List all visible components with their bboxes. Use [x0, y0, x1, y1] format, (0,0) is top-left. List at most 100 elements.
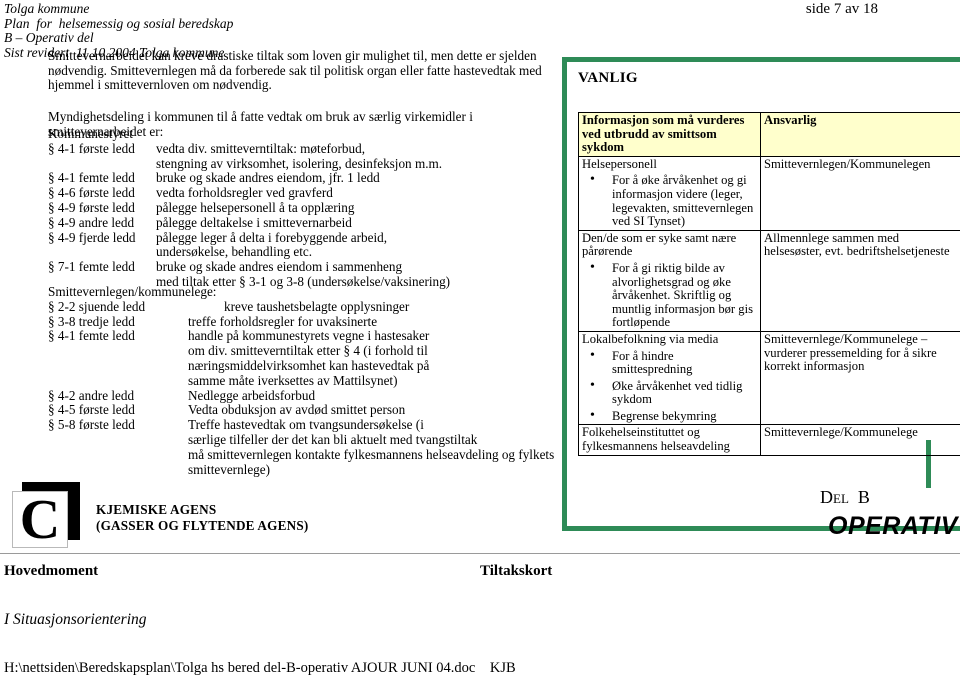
- law-description: vedta forholdsregler ved gravferd: [156, 185, 450, 201]
- operativ-del-clip: OPERATIV DEL: [820, 512, 960, 542]
- cell-lead-text: Lokalbefolkning via media: [582, 331, 719, 346]
- header-line-organization: Tolga kommune: [4, 1, 90, 16]
- law-reference: § 4-1 femte ledd: [48, 328, 135, 344]
- cell-informasjon: Lokalbefolkning via media For å hindre sm…: [578, 330, 761, 426]
- intro-paragraph: Smittevernarbeidet kan kreve drastiske t…: [48, 48, 542, 93]
- law-description-line: treffe forholdsregler for uvaksinerte: [188, 313, 378, 329]
- table-row: Folkehelseinstituttet og fylkesmannens h…: [578, 424, 960, 456]
- law-description-line: Nedlegge arbeidsforbud: [188, 387, 316, 403]
- law-description-line: smittevernlege): [188, 461, 271, 477]
- column-header-ansvarlig: Ansvarlig: [760, 112, 960, 157]
- bullet-list: For å øke årvåkenhet og gi informasjon v…: [582, 173, 757, 228]
- law-description-line: stengning av virksomhet, isolering, desi…: [156, 155, 443, 171]
- header-line-part: B – Operativ del: [4, 30, 94, 46]
- law-description-line: bruke og skade andres eiendom i sammenhe…: [156, 259, 403, 275]
- law-reference: § 4-1 første ledd: [48, 140, 135, 156]
- law-reference: § 4-9 andre ledd: [48, 214, 135, 230]
- vanlig-label: VANLIG: [578, 70, 638, 86]
- operativ-del-label: OPERATIV DEL: [828, 512, 960, 540]
- law-description-line: bruke og skade andres eiendom, jfr. 1 le…: [156, 170, 380, 186]
- footer-heading-tiltakskort: Tiltakskort: [480, 563, 553, 579]
- table-header-row: Informasjon som må vurderes ved utbrudd …: [578, 112, 960, 157]
- law-row: § 4-9 andre ledd pålegge deltakelse i smi…: [48, 214, 450, 231]
- del-b-initial: D: [820, 487, 833, 507]
- law-description: pålegge leger å delta i forebyggende arb…: [156, 229, 450, 261]
- law-description: vedta div. smitteverntiltak: møteforbud,…: [156, 141, 450, 172]
- law-reference: § 4-5 første ledd: [48, 402, 135, 418]
- bullet-item: Øke årvåkenhet ved tidlig sykdom: [590, 379, 757, 407]
- law-description-line: pålegge deltakelse i smittevernarbeid: [156, 214, 352, 230]
- del-b-label: DEL B: [820, 487, 870, 508]
- cell-lead-text: Den/de som er syke samt nære pårørende: [582, 230, 737, 259]
- cell-lead-text: Helsepersonell: [582, 156, 657, 171]
- table-row: Lokalbefolkning via media For å hindre sm…: [578, 330, 960, 426]
- law-description: handle på kommunestyrets vegne i hastesa…: [188, 328, 554, 388]
- law-reference: § 4-9 første ledd: [48, 199, 135, 215]
- law-description-line: Vedta obduksjon av avdød smittet person: [188, 402, 406, 418]
- bullet-item: For å øke årvåkenhet og gi informasjon v…: [590, 173, 757, 228]
- law-reference: § 2-2 sjuende ledd: [48, 298, 146, 314]
- law-description-line: samme måte iverksettes av Mattilsynet): [188, 372, 398, 388]
- law-row: § 4-9 fjerde ledd pålegge leger å delta i…: [48, 229, 450, 261]
- cell-informasjon: Helsepersonell For å øke årvåkenhet og gi…: [578, 155, 761, 231]
- information-table: Informasjon som må vurderes ved utbrudd …: [578, 112, 960, 456]
- law-description: Nedlegge arbeidsforbud: [188, 387, 554, 404]
- header-line-plan-title: Plan for helsemessig og sosial beredskap: [4, 15, 234, 31]
- law-description-line: handle på kommunestyrets vegne i hastesa…: [188, 328, 430, 344]
- bullet-list: For å hindre smittespredningØke årvåkenh…: [582, 348, 757, 424]
- delegation-block-kommunestyret: Kommunestyret § 4-1 første ledd vedta div…: [48, 126, 450, 290]
- law-row: § 4-5 første ledd Vedta obduksjon av avdø…: [48, 402, 554, 418]
- law-row: § 4-2 andre ledd Nedlegge arbeidsforbud: [48, 387, 554, 404]
- law-description: pålegge helsepersonell å ta opplæring: [156, 199, 450, 216]
- cell-ansvarlig: Smittevernlegen/Kommunelegen: [760, 155, 960, 231]
- law-row: § 2-2 sjuende ledd kreve taushetsbelagte …: [48, 298, 554, 315]
- law-description-line: om div. smitteverntiltak etter § 4 (i fo…: [188, 343, 428, 359]
- logo-letter-c: C: [19, 489, 61, 551]
- agens-title-line2: (GASSER OG FLYTENDE AGENS): [96, 517, 309, 533]
- law-reference: § 7-1 femte ledd: [48, 259, 135, 275]
- footer-heading-hovedmoment: Hovedmoment: [4, 563, 99, 579]
- chemical-agents-logo: C: [12, 482, 86, 554]
- cell-ansvarlig: Smittevernlege/Kommunelege – vurderer pr…: [760, 330, 960, 426]
- law-description: Vedta obduksjon av avdød smittet person: [188, 402, 554, 418]
- footer-divider-rule: [0, 553, 960, 554]
- cell-informasjon: Folkehelseinstituttet og fylkesmannens h…: [578, 424, 761, 456]
- law-description-line: pålegge leger å delta i forebyggende arb…: [156, 229, 388, 245]
- law-reference: § 4-2 andre ledd: [48, 387, 135, 403]
- law-row: § 4-6 første ledd vedta forholdsregler ve…: [48, 185, 450, 201]
- law-row-list: § 2-2 sjuende ledd kreve taushetsbelagte …: [48, 298, 555, 478]
- law-row-list: § 4-1 første ledd vedta div. smittevernti…: [48, 140, 450, 290]
- cell-lead-text: Folkehelseinstituttet og fylkesmannens h…: [582, 425, 730, 454]
- bullet-item: For å gi riktig bilde av alvorlighetsgra…: [590, 261, 757, 330]
- del-b-letter: B: [857, 487, 870, 507]
- law-reference: § 5-8 første ledd: [48, 417, 135, 433]
- law-description-line: må smittevernlegen kontakte fylkesmannen…: [188, 446, 555, 462]
- cell-informasjon: Den/de som er syke samt nære pårørendeFo…: [578, 229, 761, 332]
- table-row: Den/de som er syke samt nære pårørendeFo…: [578, 229, 960, 332]
- law-reference: § 4-9 fjerde ledd: [48, 229, 136, 245]
- table-row: Helsepersonell For å øke årvåkenhet og gi…: [578, 155, 960, 231]
- law-description: pålegge deltakelse i smittevernarbeid: [156, 214, 450, 231]
- law-row: § 4-9 første ledd pålegge helsepersonell …: [48, 199, 450, 216]
- cell-ansvarlig: Allmennlege sammen med helsesøster, evt.…: [760, 229, 960, 332]
- law-description: Treffe hastevedtak om tvangsundersøkelse…: [188, 417, 555, 477]
- law-description-line: kreve taushetsbelagte opplysninger: [224, 298, 410, 314]
- situasjonsorientering-item: I Situasjonsorientering: [4, 611, 147, 628]
- law-description-line: næringsmiddelvirksomhet kan hastevedtak …: [188, 357, 430, 373]
- law-row: § 3-8 tredje ledd treffe forholdsregler f…: [48, 313, 554, 330]
- law-reference: § 4-1 femte ledd: [48, 170, 135, 186]
- law-description: treffe forholdsregler for uvaksinerte: [188, 313, 554, 330]
- bullet-list: For å gi riktig bilde av alvorlighetsgra…: [582, 261, 757, 330]
- law-row: § 4-1 femte ledd bruke og skade andres ei…: [48, 170, 450, 186]
- bullet-item: For å hindre smittespredning: [590, 348, 757, 377]
- page-number: side 7 av 18: [805, 1, 878, 17]
- law-description-line: pålegge helsepersonell å ta opplæring: [156, 199, 355, 215]
- law-row: § 5-8 første ledd Treffe hastevedtak om t…: [48, 417, 555, 477]
- law-description-line: undersøkelse, behandling etc.: [156, 244, 313, 260]
- law-description: bruke og skade andres eiendom, jfr. 1 le…: [156, 170, 450, 186]
- law-description-line: Treffe hastevedtak om tvangsundersøkelse…: [188, 417, 424, 433]
- law-description-line: særlige tilfeller der det kan bli aktuel…: [188, 431, 478, 447]
- cell-ansvarlig: Smittevernlege/Kommunelege: [760, 424, 960, 456]
- file-path-footer: H:\nettsiden\Beredskapsplan\Tolga hs ber…: [4, 660, 516, 676]
- agens-title: KJEMISKE AGENS (GASSER OG FLYTENDE AGENS…: [96, 502, 308, 533]
